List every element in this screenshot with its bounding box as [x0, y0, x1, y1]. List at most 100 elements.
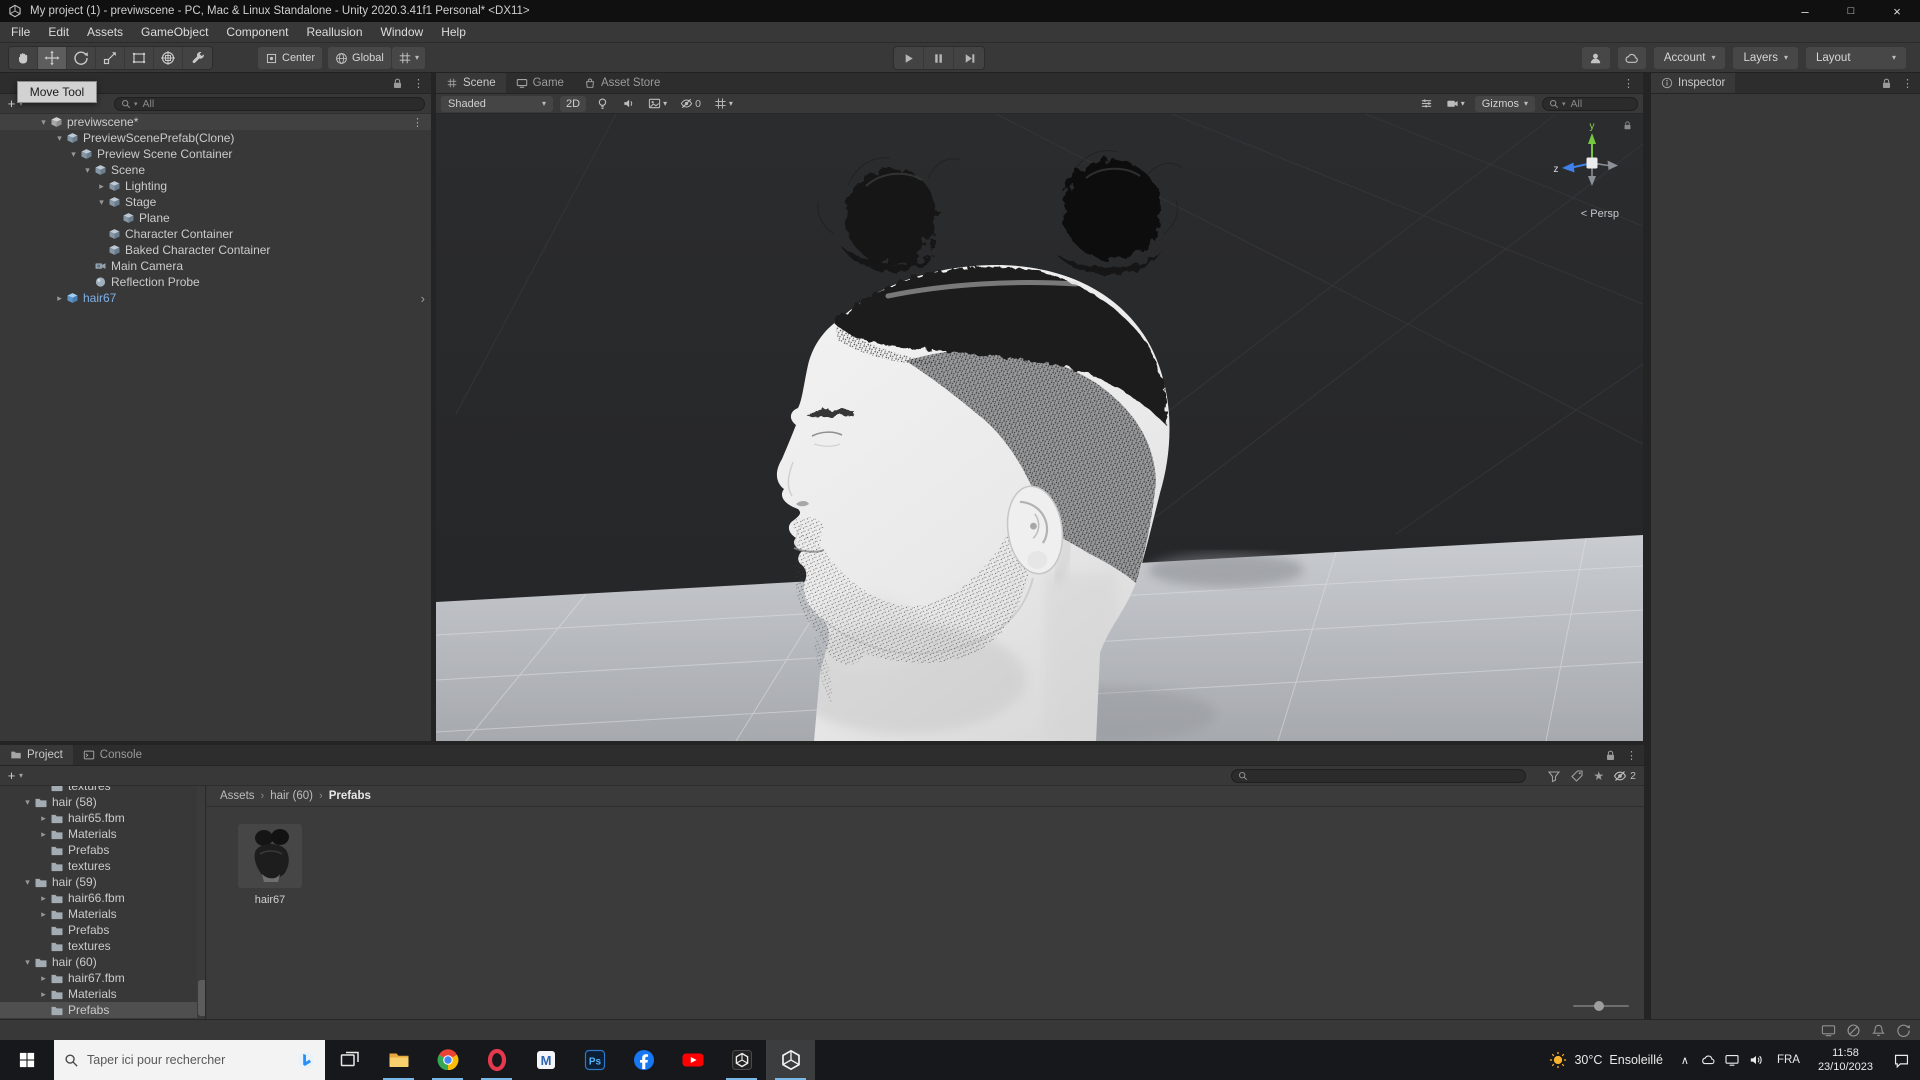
scene-audio-toggle[interactable] — [619, 96, 638, 112]
scene-tools-button[interactable] — [1417, 96, 1436, 112]
taskbar-unity-hub[interactable] — [717, 1040, 766, 1080]
expand-arrow[interactable]: ▾ — [53, 133, 66, 144]
hierarchy-row[interactable]: ▾ previwscene* ⋮ — [0, 114, 431, 130]
scrollbar-thumb[interactable] — [198, 980, 205, 1016]
tab-inspector[interactable]: Inspector — [1651, 73, 1736, 93]
hierarchy-row[interactable]: Baked Character Container — [0, 242, 431, 258]
tab-game[interactable]: Game — [506, 73, 574, 93]
orientation-toggle[interactable]: Global — [328, 47, 391, 69]
lock-icon[interactable] — [1604, 749, 1617, 762]
hierarchy-row[interactable]: ▾ Scene — [0, 162, 431, 178]
scene-menu-icon[interactable]: ⋮ — [412, 116, 423, 129]
clock[interactable]: 11:58 23/10/2023 — [1809, 1046, 1882, 1075]
mute-status-icon[interactable] — [1846, 1023, 1861, 1038]
project-folder-row[interactable]: textures — [0, 938, 205, 954]
lock-icon[interactable] — [391, 77, 404, 90]
expand-arrow[interactable]: ▸ — [37, 829, 50, 840]
scene-effects-dropdown[interactable]: ▾ — [645, 96, 670, 112]
taskbar-facebook[interactable] — [619, 1040, 668, 1080]
tab-project[interactable]: Project — [0, 745, 73, 765]
account-dropdown[interactable]: Account ▾ — [1653, 47, 1726, 69]
weather-widget[interactable]: 30°C Ensoleillé — [1538, 1040, 1673, 1080]
favorites-icon[interactable]: ★ — [1593, 770, 1604, 782]
expand-arrow[interactable]: ▾ — [21, 877, 34, 888]
onedrive-cloud-icon[interactable] — [1696, 1040, 1720, 1080]
project-folder-row[interactable]: ▸ Materials — [0, 986, 205, 1002]
menu-item[interactable]: Help — [432, 22, 475, 42]
project-folder-row[interactable]: ▸ hair67.fbm — [0, 970, 205, 986]
projection-label[interactable]: < Persp — [1581, 208, 1619, 220]
console-status-icon[interactable] — [1821, 1023, 1836, 1038]
project-folder-row[interactable]: ▾ hair (60) — [0, 954, 205, 970]
orientation-gizmo[interactable]: y z — [1550, 119, 1634, 203]
language-indicator[interactable]: FRA — [1768, 1054, 1809, 1066]
pivot-toggle[interactable]: Center — [258, 47, 323, 69]
project-folder-row[interactable]: Prefabs — [0, 842, 205, 858]
project-folder-row[interactable]: ▸ hair65.fbm — [0, 810, 205, 826]
hierarchy-row[interactable]: ▾ Preview Scene Container — [0, 146, 431, 162]
tab-scene[interactable]: Scene — [436, 73, 506, 93]
scene-visibility-toggle[interactable]: 0 — [677, 96, 704, 112]
scene-viewport[interactable]: y z < Persp — [436, 114, 1643, 741]
project-folder-row[interactable]: ▸ hair66.fbm — [0, 890, 205, 906]
tab-asset-store[interactable]: Asset Store — [574, 73, 670, 93]
taskbar-task-view[interactable] — [325, 1040, 374, 1080]
layout-dropdown[interactable]: Layout ▾ — [1806, 47, 1906, 69]
panel-menu-icon[interactable]: ⋮ — [413, 77, 424, 90]
asset-hair67[interactable]: hair67 — [233, 824, 307, 906]
create-asset-button[interactable]: + — [5, 768, 18, 783]
expand-arrow[interactable]: ▸ — [37, 813, 50, 824]
taskbar-search[interactable]: Taper ici pour rechercher — [54, 1040, 325, 1080]
create-asset-caret[interactable]: ▾ — [19, 771, 23, 780]
gizmos-dropdown[interactable]: Gizmos ▾ — [1474, 95, 1535, 112]
expand-arrow[interactable]: ▾ — [81, 165, 94, 176]
project-folder-row[interactable]: Prefabs — [0, 1002, 205, 1018]
expand-arrow[interactable]: ▸ — [53, 293, 66, 304]
tool-move[interactable] — [38, 47, 67, 69]
draw-mode-dropdown[interactable]: Shaded ▾ — [441, 95, 553, 112]
scene-camera-dropdown[interactable]: ▾ — [1443, 96, 1468, 112]
tool-rect[interactable] — [125, 47, 154, 69]
hierarchy-row[interactable]: ▸ Lighting — [0, 178, 431, 194]
taskbar-chrome[interactable] — [423, 1040, 472, 1080]
expand-arrow[interactable]: ▾ — [37, 117, 50, 128]
tool-rotate[interactable] — [67, 47, 96, 69]
slider-thumb[interactable] — [1594, 1001, 1604, 1011]
action-center-icon[interactable] — [1882, 1040, 1920, 1080]
hierarchy-row[interactable]: Character Container — [0, 226, 431, 242]
panel-menu-icon[interactable]: ⋮ — [1626, 749, 1637, 762]
hidden-icons-chevron[interactable]: ∧ — [1674, 1054, 1696, 1067]
tool-scale[interactable] — [96, 47, 125, 69]
project-folder-row[interactable]: ▸ Materials — [0, 906, 205, 922]
project-folder-row[interactable]: ▾ hair (58) — [0, 794, 205, 810]
step-button[interactable] — [954, 47, 984, 69]
scene-lighting-toggle[interactable] — [593, 96, 612, 112]
thumbnail-size-slider[interactable] — [1573, 1000, 1629, 1012]
tool-custom[interactable] — [183, 47, 212, 69]
expand-arrow[interactable]: ▾ — [67, 149, 80, 160]
activity-status-icon[interactable] — [1896, 1023, 1911, 1038]
panel-menu-icon[interactable]: ⋮ — [1902, 77, 1913, 90]
layers-dropdown[interactable]: Layers ▾ — [1733, 47, 1798, 69]
close-button[interactable]: × — [1874, 0, 1920, 22]
tool-transform[interactable] — [154, 47, 183, 69]
expand-arrow[interactable]: ▾ — [95, 197, 108, 208]
project-folder-row[interactable]: textures — [0, 786, 205, 794]
maximize-button[interactable]: □ — [1828, 0, 1874, 22]
start-button[interactable] — [0, 1040, 54, 1080]
search-by-label-icon[interactable] — [1570, 769, 1584, 783]
notifications-status-icon[interactable] — [1871, 1023, 1886, 1038]
expand-arrow[interactable]: ▸ — [95, 181, 108, 192]
2d-toggle[interactable]: 2D — [560, 95, 587, 112]
hidden-packages-toggle[interactable]: 2 — [1613, 769, 1636, 783]
expand-arrow[interactable]: ▾ — [21, 797, 34, 808]
menu-item[interactable]: Assets — [78, 22, 132, 42]
expand-arrow[interactable]: ▸ — [37, 893, 50, 904]
grid-snap-button[interactable]: ▾ — [392, 47, 426, 69]
gizmo-lock-icon[interactable] — [1622, 120, 1633, 131]
hierarchy-row[interactable]: Reflection Probe — [0, 274, 431, 290]
taskbar-youtube[interactable] — [668, 1040, 717, 1080]
hierarchy-row[interactable]: ▸ hair67 › — [0, 290, 431, 306]
project-folder-row[interactable]: Prefabs — [0, 922, 205, 938]
breadcrumb-folder[interactable]: hair (60) — [270, 790, 313, 802]
